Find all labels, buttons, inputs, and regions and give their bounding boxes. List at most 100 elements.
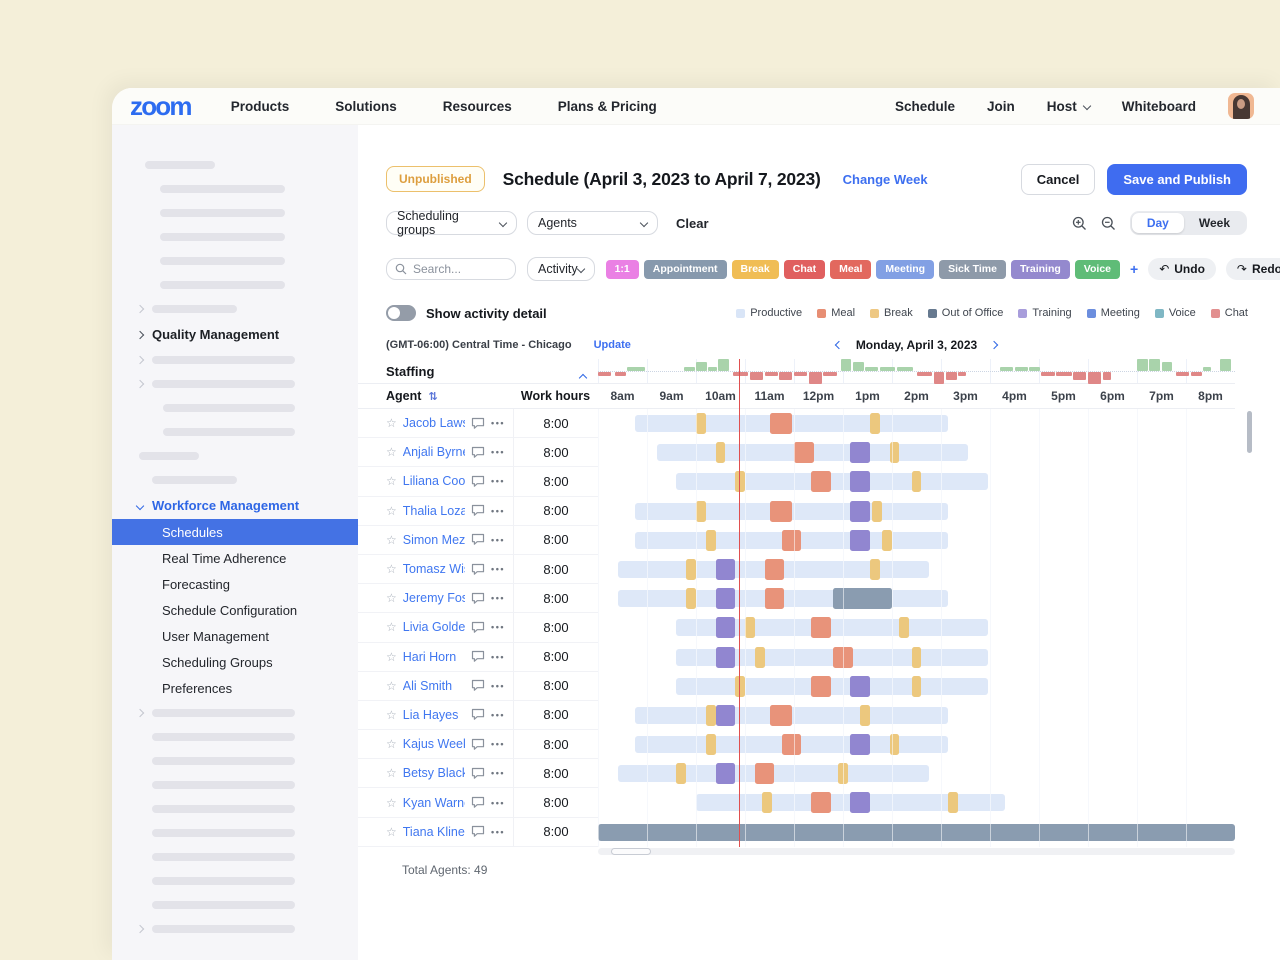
- chat-bubble-icon[interactable]: [471, 708, 485, 721]
- activity-chip-meeting[interactable]: Meeting: [876, 260, 934, 279]
- clear-filters-button[interactable]: Clear: [676, 216, 709, 231]
- agent-name-link[interactable]: Liliana Cooper: [403, 474, 465, 488]
- chat-bubble-icon[interactable]: [471, 592, 485, 605]
- scheduling-groups-select[interactable]: Scheduling groups: [386, 211, 517, 235]
- undo-button[interactable]: ↶Undo: [1148, 258, 1216, 280]
- user-avatar[interactable]: [1228, 93, 1254, 119]
- agent-name-link[interactable]: Betsy Black: [403, 766, 465, 780]
- add-activity-button[interactable]: +: [1125, 261, 1143, 277]
- sidebar-item-schedule-configuration[interactable]: Schedule Configuration: [112, 597, 358, 623]
- agent-name-link[interactable]: Lia Hayes: [403, 708, 459, 722]
- more-options-icon[interactable]: •••: [491, 622, 505, 632]
- more-options-icon[interactable]: •••: [491, 476, 505, 486]
- schedule-grid-cell[interactable]: [598, 526, 1235, 555]
- agent-name-link[interactable]: Jacob Lawson: [403, 416, 465, 430]
- favorite-star-icon[interactable]: ☆: [386, 533, 397, 547]
- activity-chip-sick-time[interactable]: Sick Time: [939, 260, 1006, 279]
- chat-bubble-icon[interactable]: [471, 738, 485, 751]
- nav-link-whiteboard[interactable]: Whiteboard: [1122, 99, 1196, 114]
- nav-link-plans-pricing[interactable]: Plans & Pricing: [558, 99, 657, 114]
- schedule-grid-cell[interactable]: [598, 438, 1235, 467]
- change-week-link[interactable]: Change Week: [843, 172, 928, 187]
- sidebar-item-quality-management[interactable]: Quality Management: [112, 321, 358, 348]
- more-options-icon[interactable]: •••: [491, 447, 505, 457]
- agent-name-link[interactable]: Livia Golden: [403, 620, 465, 634]
- chat-bubble-icon[interactable]: [471, 825, 485, 838]
- schedule-grid-cell[interactable]: [598, 788, 1235, 817]
- nav-link-solutions[interactable]: Solutions: [335, 99, 397, 114]
- activity-chip-voice[interactable]: Voice: [1075, 260, 1120, 279]
- agent-name-link[interactable]: Jeremy Foster: [403, 591, 465, 605]
- favorite-star-icon[interactable]: ☆: [386, 679, 397, 693]
- activity-chip-chat[interactable]: Chat: [784, 260, 825, 279]
- sidebar-item-preferences[interactable]: Preferences: [112, 675, 358, 701]
- sidebar-item-user-management[interactable]: User Management: [112, 623, 358, 649]
- zoom-in-icon[interactable]: [1072, 216, 1087, 231]
- schedule-grid-cell[interactable]: [598, 701, 1235, 730]
- sidebar-item-scheduling-groups[interactable]: Scheduling Groups: [112, 649, 358, 675]
- favorite-star-icon[interactable]: ☆: [386, 708, 397, 722]
- nav-link-resources[interactable]: Resources: [443, 99, 512, 114]
- more-options-icon[interactable]: •••: [491, 564, 505, 574]
- day-view-button[interactable]: Day: [1132, 213, 1184, 233]
- activity-chip-training[interactable]: Training: [1011, 260, 1070, 279]
- more-options-icon[interactable]: •••: [491, 593, 505, 603]
- vertical-scrollbar-thumb[interactable]: [1247, 411, 1252, 453]
- agent-name-link[interactable]: Anjali Byrne: [403, 445, 465, 459]
- more-options-icon[interactable]: •••: [491, 827, 505, 837]
- schedule-grid-cell[interactable]: [598, 759, 1235, 788]
- schedule-grid-cell[interactable]: [598, 613, 1235, 642]
- sidebar-item-schedules[interactable]: Schedules: [112, 519, 358, 545]
- week-view-button[interactable]: Week: [1184, 213, 1245, 233]
- sidebar-item-forecasting[interactable]: Forecasting: [112, 571, 358, 597]
- schedule-grid-cell[interactable]: [598, 409, 1235, 438]
- agent-name-link[interactable]: Tomasz Wise: [403, 562, 465, 576]
- schedule-grid-cell[interactable]: [598, 643, 1235, 672]
- agent-name-link[interactable]: Thalia Lozano: [403, 504, 465, 518]
- chat-bubble-icon[interactable]: [471, 621, 485, 634]
- chat-bubble-icon[interactable]: [471, 563, 485, 576]
- agents-select[interactable]: Agents: [527, 211, 658, 235]
- more-options-icon[interactable]: •••: [491, 418, 505, 428]
- schedule-grid-cell[interactable]: [598, 497, 1235, 526]
- sidebar-item-workforce-management[interactable]: Workforce Management: [112, 492, 358, 519]
- schedule-grid-cell[interactable]: [598, 584, 1235, 613]
- more-options-icon[interactable]: •••: [491, 506, 505, 516]
- zoom-out-icon[interactable]: [1101, 216, 1116, 231]
- agent-name-link[interactable]: Kyan Warner: [403, 796, 465, 810]
- favorite-star-icon[interactable]: ☆: [386, 650, 397, 664]
- agent-name-link[interactable]: Kajus Weeks: [403, 737, 465, 751]
- chat-bubble-icon[interactable]: [471, 417, 485, 430]
- favorite-star-icon[interactable]: ☆: [386, 737, 397, 751]
- chat-bubble-icon[interactable]: [471, 475, 485, 488]
- activity-chip-appointment[interactable]: Appointment: [644, 260, 727, 279]
- collapse-staffing-icon[interactable]: [580, 368, 586, 386]
- schedule-grid-cell[interactable]: [598, 818, 1235, 847]
- favorite-star-icon[interactable]: ☆: [386, 620, 397, 634]
- horizontal-scrollbar-thumb[interactable]: [611, 848, 651, 855]
- more-options-icon[interactable]: •••: [491, 739, 505, 749]
- chat-bubble-icon[interactable]: [471, 446, 485, 459]
- zoom-logo[interactable]: zoom: [130, 91, 191, 121]
- favorite-star-icon[interactable]: ☆: [386, 796, 397, 810]
- redo-button[interactable]: ↷Redo: [1226, 258, 1280, 280]
- agent-name-link[interactable]: Tiana Kline: [403, 825, 465, 839]
- schedule-grid-cell[interactable]: [598, 730, 1235, 759]
- next-day-icon[interactable]: [990, 341, 998, 349]
- nav-link-schedule[interactable]: Schedule: [895, 99, 955, 114]
- more-options-icon[interactable]: •••: [491, 768, 505, 778]
- schedule-grid-cell[interactable]: [598, 467, 1235, 496]
- show-activity-detail-toggle[interactable]: [386, 305, 416, 321]
- chat-bubble-icon[interactable]: [471, 767, 485, 780]
- activity-chip-break[interactable]: Break: [732, 260, 779, 279]
- favorite-star-icon[interactable]: ☆: [386, 825, 397, 839]
- activity-chip-meal[interactable]: Meal: [830, 260, 871, 279]
- favorite-star-icon[interactable]: ☆: [386, 474, 397, 488]
- nav-link-products[interactable]: Products: [231, 99, 290, 114]
- schedule-grid-cell[interactable]: [598, 672, 1235, 701]
- agent-name-link[interactable]: Ali Smith: [403, 679, 452, 693]
- favorite-star-icon[interactable]: ☆: [386, 562, 397, 576]
- favorite-star-icon[interactable]: ☆: [386, 445, 397, 459]
- previous-day-icon[interactable]: [835, 341, 843, 349]
- chat-bubble-icon[interactable]: [471, 504, 485, 517]
